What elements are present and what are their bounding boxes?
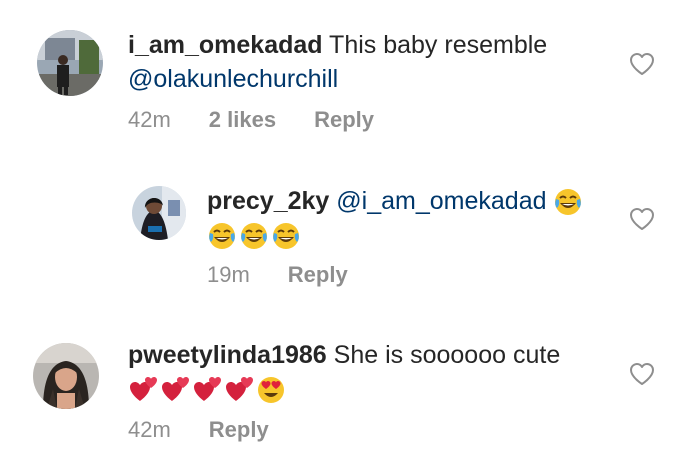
heart-outline-icon[interactable] [629, 207, 655, 231]
two-hearts-icon [162, 377, 189, 402]
comment-timestamp: 42m [128, 107, 171, 132]
face-with-tears-of-joy-icon [555, 189, 582, 216]
reply-button[interactable]: Reply [314, 107, 374, 133]
avatar[interactable] [33, 343, 99, 409]
comment-timestamp: 19m [207, 262, 250, 287]
heart-eyes-icon [258, 377, 284, 404]
mention-link[interactable]: @i_am_omekadad [336, 187, 546, 215]
face-with-tears-of-joy-icon [241, 223, 267, 250]
avatar[interactable] [37, 30, 103, 96]
heart-outline-icon[interactable] [629, 362, 655, 386]
avatar[interactable] [132, 186, 186, 240]
emoji-group [207, 221, 301, 251]
mention-link[interactable]: @olakunlechurchill [128, 65, 338, 93]
comments-thread: i_am_omekadad This baby resemble @olakun… [0, 0, 696, 449]
comment-username[interactable]: precy_2ky [207, 187, 329, 215]
face-with-tears-of-joy-icon [209, 223, 235, 250]
comment-text: She is soooooo cute [333, 341, 561, 369]
emoji-group [128, 375, 286, 405]
emoji-group-inline [553, 187, 583, 217]
reply-button[interactable]: Reply [288, 262, 348, 288]
face-with-tears-of-joy-icon [273, 223, 299, 250]
two-hearts-icon [226, 377, 253, 402]
comment-text: This baby resemble [329, 31, 548, 59]
comment-username[interactable]: i_am_omekadad [128, 31, 323, 59]
likes-count[interactable]: 2 likes [209, 107, 276, 133]
two-hearts-icon [130, 377, 157, 402]
heart-outline-icon[interactable] [629, 52, 655, 76]
reply-button[interactable]: Reply [209, 417, 269, 443]
comment-username[interactable]: pweetylinda1986 [128, 341, 327, 369]
comment-timestamp: 42m [128, 417, 171, 442]
two-hearts-icon [194, 377, 221, 402]
